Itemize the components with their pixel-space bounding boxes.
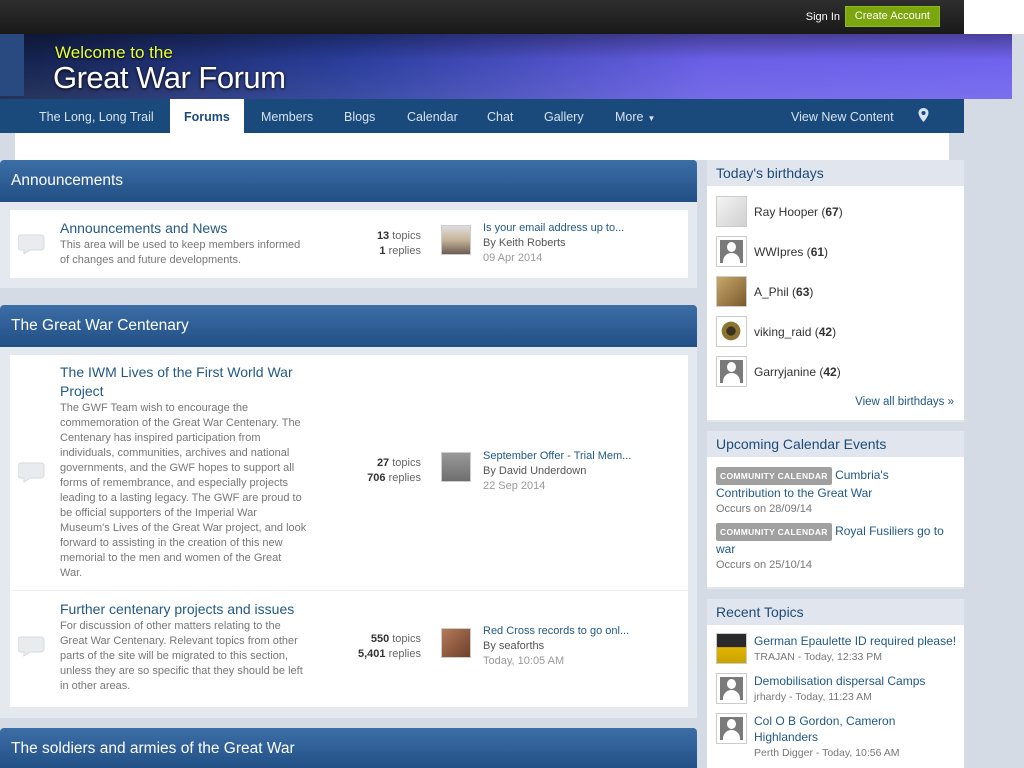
avatar[interactable] [716, 633, 747, 664]
forum-row: Announcements and News This area will be… [10, 210, 688, 278]
nav-forums[interactable]: Forums [170, 99, 244, 133]
last-post-info: Red Cross records to go onl... By seafor… [483, 624, 629, 669]
forum-row: Further centenary projects and issues Fo… [10, 591, 688, 707]
recent-topics-block: Recent Topics German Epaulette ID requir… [707, 599, 964, 768]
category-soldiers-armies: The soldiers and armies of the Great War [0, 728, 697, 768]
birthdays-block: Today's birthdays Ray Hooper (67) WWIpre… [707, 160, 964, 422]
site-title: Great War Forum [53, 60, 286, 95]
avatar[interactable] [716, 673, 747, 704]
last-post-author[interactable]: By seaforths [483, 639, 629, 654]
map-pin-icon[interactable] [918, 108, 929, 122]
forum-description: This area will be used to keep members i… [60, 239, 301, 266]
create-account-button[interactable]: Create Account [844, 6, 940, 27]
last-post-info: September Offer - Trial Mem... By David … [483, 449, 631, 494]
nav-members[interactable]: Members [261, 99, 313, 133]
forum-title-link[interactable]: Announcements and News [60, 219, 227, 238]
category-title[interactable]: The Great War Centenary [0, 305, 697, 347]
forum-description: For discussion of other matters relating… [60, 620, 303, 692]
view-all-birthdays-link[interactable]: View all birthdays » [855, 396, 954, 408]
community-calendar-badge: COMMUNITY CALENDAR [716, 523, 832, 541]
avatar[interactable] [716, 276, 747, 307]
forum-title-link[interactable]: Further centenary projects and issues [60, 600, 294, 619]
last-post-title-link[interactable]: September Offer - Trial Mem... [483, 450, 631, 462]
calendar-events-block: Upcoming Calendar Events COMMUNITY CALEN… [707, 431, 964, 589]
forum-read-icon [18, 636, 45, 657]
recent-topic-meta: jrhardy - Today, 11:23 AM [754, 691, 872, 703]
last-poster-avatar[interactable] [441, 628, 471, 658]
secondary-nav-bar [15, 133, 949, 160]
last-post-title-link[interactable]: Red Cross records to go onl... [483, 625, 629, 637]
events-title: Upcoming Calendar Events [716, 436, 887, 452]
avatar[interactable] [716, 713, 747, 744]
recent-topics-title: Recent Topics [716, 604, 804, 620]
avatar[interactable] [716, 316, 747, 347]
forum-description: The GWF Team wish to encourage the comme… [60, 402, 307, 579]
nav-gallery[interactable]: Gallery [544, 99, 584, 133]
member-link[interactable]: Ray Hooper [754, 205, 818, 219]
category-great-war-centenary: The Great War Centenary The IWM Lives of… [0, 305, 697, 718]
forum-stats: 550 topics 5,401 replies [358, 633, 421, 660]
member-link[interactable]: Garryjanine [754, 365, 816, 379]
member-link[interactable]: WWIpres [754, 245, 803, 259]
recent-topic-link[interactable]: Col O B Gordon, Cameron Highlanders [754, 713, 959, 745]
forum-title-link[interactable]: The IWM Lives of the First World War Pro… [60, 363, 293, 401]
category-title[interactable]: The soldiers and armies of the Great War [0, 728, 697, 768]
nav-blogs[interactable]: Blogs [344, 99, 375, 133]
last-post-date: 09 Apr 2014 [483, 252, 543, 264]
recent-topic-meta: Perth Digger - Today, 10:56 AM [754, 747, 900, 759]
avatar[interactable] [716, 356, 747, 387]
event-item: COMMUNITY CALENDAR Cumbria's Contribution… [716, 467, 956, 517]
sign-in-link[interactable]: Sign In [806, 11, 840, 23]
last-post-date: Today, 10:05 AM [483, 655, 565, 667]
event-date: Occurs on 25/10/14 [716, 559, 813, 571]
user-bar: Sign In Create Account [0, 0, 964, 34]
last-poster-avatar[interactable] [441, 225, 471, 255]
nav-long-long-trail[interactable]: The Long, Long Trail [39, 99, 154, 133]
nav-chat[interactable]: Chat [487, 99, 513, 133]
member-link[interactable]: viking_raid [754, 325, 811, 339]
recent-topic-meta: TRAJAN - Today, 12:33 PM [754, 651, 882, 663]
view-new-content-link[interactable]: View New Content [791, 99, 894, 133]
community-calendar-badge: COMMUNITY CALENDAR [716, 467, 832, 485]
forum-row: The IWM Lives of the First World War Pro… [10, 355, 688, 591]
event-item: COMMUNITY CALENDAR Royal Fusiliers go to… [716, 523, 956, 573]
last-post-info: Is your email address up to... By Keith … [483, 221, 624, 266]
birthdays-title: Today's birthdays [716, 165, 824, 181]
nav-more-label: More [615, 110, 644, 124]
avatar[interactable] [716, 236, 747, 267]
event-date: Occurs on 28/09/14 [716, 503, 813, 515]
forum-stats: 27 topics 706 replies [367, 457, 421, 484]
last-post-title-link[interactable]: Is your email address up to... [483, 222, 624, 234]
last-post-date: 22 Sep 2014 [483, 480, 546, 492]
top-right-strip [964, 0, 1024, 34]
last-post-author[interactable]: By Keith Roberts [483, 236, 624, 251]
forum-read-icon [18, 234, 45, 255]
caret-down-icon: ▼ [647, 114, 656, 123]
member-link[interactable]: A_Phil [754, 285, 789, 299]
forum-read-icon [18, 462, 45, 483]
primary-nav: The Long, Long Trail Forums Members Blog… [0, 99, 964, 133]
emblem-icon [721, 321, 741, 341]
site-banner[interactable]: Welcome to the Great War Forum [0, 34, 1012, 99]
category-title[interactable]: Announcements [0, 160, 697, 202]
recent-topic-link[interactable]: Demobilisation dispersal Camps [754, 673, 959, 689]
last-poster-avatar[interactable] [441, 452, 471, 482]
last-post-author[interactable]: By David Underdown [483, 464, 631, 479]
forum-stats: 13 topics 1 replies [376, 230, 421, 257]
banner-accent [0, 34, 24, 96]
nav-calendar[interactable]: Calendar [407, 99, 458, 133]
recent-topic-link[interactable]: German Epaulette ID required please! [754, 633, 959, 649]
nav-more[interactable]: More ▼ [615, 99, 655, 133]
category-announcements: Announcements Announcements and News Thi… [0, 160, 697, 288]
avatar[interactable] [716, 196, 747, 227]
